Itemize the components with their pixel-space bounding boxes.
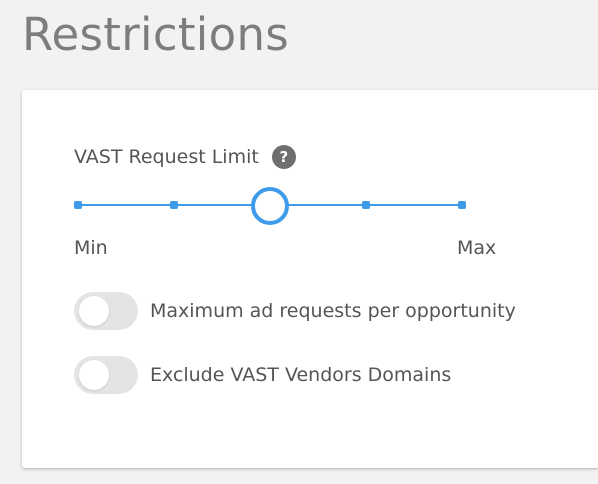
vast-request-limit-label-text: VAST Request Limit [74, 146, 259, 168]
exclude-vast-vendors-label: Exclude VAST Vendors Domains [150, 364, 452, 386]
toggle-row-exclude-vast-vendors: Exclude VAST Vendors Domains [74, 356, 451, 394]
slider-step[interactable] [362, 201, 370, 209]
slider-step[interactable] [170, 201, 178, 209]
max-ad-requests-label: Maximum ad requests per opportunity [150, 300, 516, 322]
slider-step[interactable] [74, 201, 82, 209]
vast-request-limit-label: VAST Request Limit ? [74, 145, 296, 169]
slider-step[interactable] [458, 201, 466, 209]
restrictions-card: VAST Request Limit ? Min Max Maximum ad … [22, 90, 598, 468]
page-title: Restrictions [22, 8, 290, 61]
vast-request-limit-slider[interactable] [74, 187, 466, 225]
max-ad-requests-toggle[interactable] [74, 292, 138, 330]
toggle-knob [79, 360, 109, 390]
toggle-row-max-ad-requests: Maximum ad requests per opportunity [74, 292, 516, 330]
exclude-vast-vendors-toggle[interactable] [74, 356, 138, 394]
slider-min-label: Min [74, 237, 108, 259]
toggle-knob [79, 296, 109, 326]
slider-handle[interactable] [251, 187, 289, 225]
slider-max-label: Max [457, 237, 497, 259]
help-icon[interactable]: ? [271, 145, 296, 169]
